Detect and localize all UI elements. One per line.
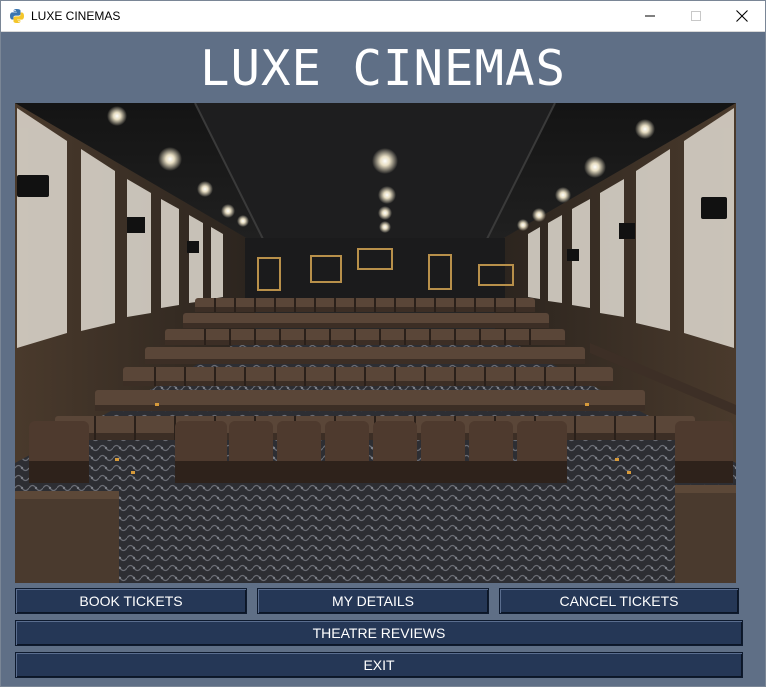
close-icon: [736, 10, 748, 22]
exit-button[interactable]: EXIT: [15, 652, 743, 678]
minimize-button[interactable]: [627, 1, 673, 31]
maximize-icon: [691, 11, 701, 21]
cinema-hall-image: [15, 103, 736, 583]
book-tickets-button[interactable]: BOOK TICKETS: [15, 588, 247, 614]
close-button[interactable]: [719, 1, 765, 31]
python-app-icon: [9, 8, 25, 24]
my-details-button[interactable]: MY DETAILS: [257, 588, 489, 614]
cinema-auditorium-photo: [15, 103, 736, 583]
page-title: LUXE CINEMAS: [199, 40, 566, 97]
cancel-tickets-button[interactable]: CANCEL TICKETS: [499, 588, 739, 614]
minimize-icon: [645, 15, 655, 17]
maximize-button[interactable]: [673, 1, 719, 31]
theatre-reviews-button[interactable]: THEATRE REVIEWS: [15, 620, 743, 646]
window-title: LUXE CINEMAS: [31, 9, 121, 23]
title-bar[interactable]: LUXE CINEMAS: [1, 1, 765, 32]
app-window: LUXE CINEMAS LUXE CINEMAS BOOK TICKETS M…: [0, 0, 766, 687]
